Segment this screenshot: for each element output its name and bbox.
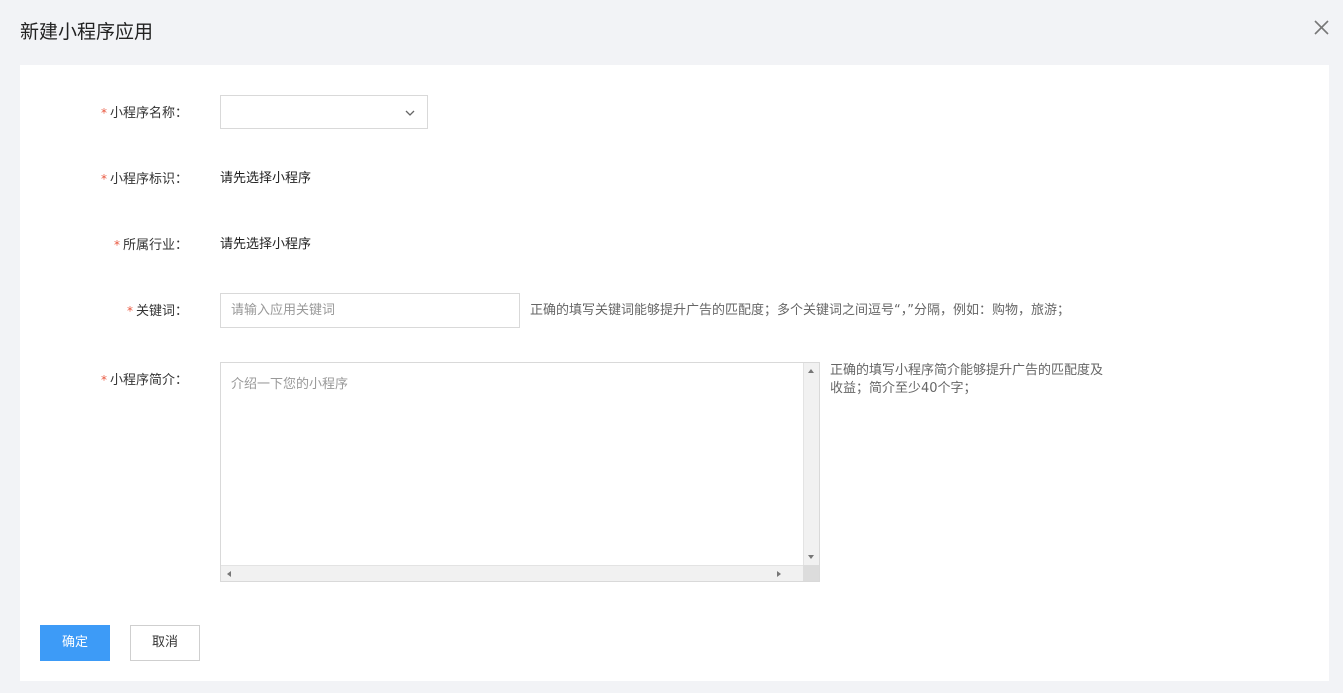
industry-label-text: 所属行业：: [122, 238, 188, 253]
keywords-label: * 关键词：: [20, 303, 188, 320]
dialog-title: 新建小程序应用: [20, 21, 154, 43]
required-mark: *: [100, 172, 107, 186]
required-mark: *: [113, 238, 120, 252]
identifier-label: * 小程序标识：: [20, 171, 188, 188]
scroll-up-icon[interactable]: [808, 369, 814, 373]
confirm-button[interactable]: 确定: [40, 625, 110, 661]
intro-textarea[interactable]: [221, 363, 803, 565]
keywords-label-text: 关键词：: [135, 304, 188, 319]
name-label-text: 小程序名称：: [109, 106, 188, 121]
required-mark: *: [100, 106, 107, 120]
industry-value: 请先选择小程序: [220, 237, 312, 252]
scroll-right-icon[interactable]: [777, 571, 781, 577]
horizontal-scrollbar[interactable]: [221, 565, 803, 581]
keywords-hint: 正确的填写关键词能够提升广告的匹配度；多个关键词之间逗号“，”分隔，例如：购物，…: [530, 303, 1070, 318]
required-mark: *: [126, 304, 133, 318]
identifier-label-text: 小程序标识：: [109, 172, 188, 187]
form-panel: * 小程序名称： * 小程序标识： 请先选择小程序 * 所属行业： 请先选择小程序 *…: [20, 65, 1329, 681]
intro-label-text: 小程序简介：: [109, 373, 188, 388]
cancel-button[interactable]: 取消: [130, 625, 200, 661]
required-mark: *: [100, 373, 107, 387]
intro-textarea-wrapper: [220, 362, 820, 582]
chevron-down-icon: [405, 110, 415, 116]
intro-hint-line2: 收益；简介至少40个字；: [830, 381, 977, 396]
intro-hint-line1: 正确的填写小程序简介能够提升广告的匹配度及: [830, 363, 1104, 378]
industry-label: * 所属行业：: [20, 237, 188, 254]
keywords-input[interactable]: [220, 293, 520, 328]
identifier-value: 请先选择小程序: [220, 171, 312, 186]
scroll-down-icon[interactable]: [808, 555, 814, 559]
name-label: * 小程序名称：: [20, 105, 188, 122]
close-button[interactable]: [1306, 12, 1336, 42]
intro-label: * 小程序简介：: [20, 372, 188, 389]
vertical-scrollbar[interactable]: [803, 363, 819, 565]
scroll-left-icon[interactable]: [227, 571, 231, 577]
name-select[interactable]: [220, 95, 428, 129]
close-icon: [1314, 20, 1329, 35]
intro-hint: 正确的填写小程序简介能够提升广告的匹配度及 收益；简介至少40个字；: [830, 362, 1103, 398]
scroll-corner: [803, 565, 819, 581]
